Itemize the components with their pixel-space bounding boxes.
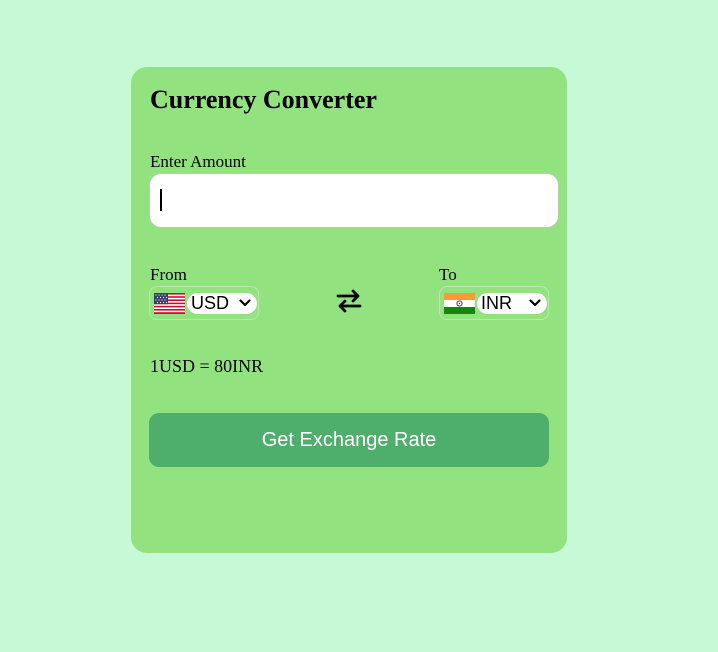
from-currency-select[interactable]: USD xyxy=(187,292,257,314)
from-currency-container: USD xyxy=(149,286,259,320)
to-currency-container: INR xyxy=(439,286,549,320)
from-label: From xyxy=(150,265,187,284)
amount-label: Enter Amount xyxy=(150,152,246,171)
exchange-rate-message: 1USD = 80INR xyxy=(150,356,264,376)
swap-arrows-icon[interactable] xyxy=(334,286,364,316)
text-caret xyxy=(160,189,162,211)
us-flag-icon xyxy=(154,292,185,314)
chevron-down-icon xyxy=(529,299,541,307)
to-label: To xyxy=(439,265,457,284)
page-title: Currency Converter xyxy=(150,85,377,114)
chevron-down-icon xyxy=(239,299,251,307)
get-exchange-rate-button[interactable]: Get Exchange Rate xyxy=(149,413,549,467)
to-currency-select[interactable]: INR xyxy=(477,292,547,314)
amount-input[interactable] xyxy=(149,173,559,228)
india-flag-icon xyxy=(444,292,475,314)
from-currency-value: USD xyxy=(191,292,230,313)
to-currency-value: INR xyxy=(481,292,512,313)
currency-converter-card: Currency Converter Enter Amount From USD xyxy=(131,67,567,553)
